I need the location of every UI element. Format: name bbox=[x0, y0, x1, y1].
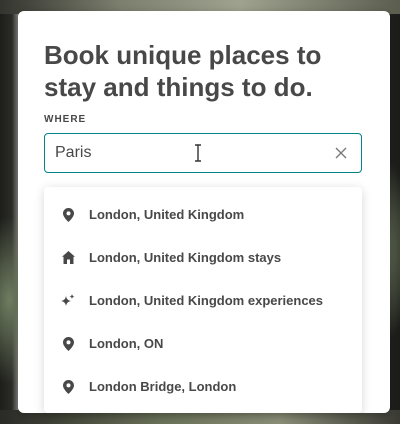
suggestion-item[interactable]: London, United Kingdom stays bbox=[44, 236, 362, 279]
suggestion-label: London Bridge, London bbox=[89, 379, 237, 394]
location-pin-icon bbox=[61, 379, 75, 394]
home-icon bbox=[61, 251, 75, 265]
suggestion-label: London, United Kingdom bbox=[89, 207, 245, 222]
text-cursor-icon bbox=[195, 144, 201, 162]
search-card: Book unique places to stay and things to… bbox=[18, 11, 390, 413]
suggestions-dropdown: London, United Kingdom London, United Ki… bbox=[44, 187, 362, 413]
location-pin-icon bbox=[61, 336, 75, 351]
suggestion-item[interactable]: London, United Kingdom experiences bbox=[44, 279, 362, 322]
location-pin-icon bbox=[61, 207, 75, 222]
suggestion-item[interactable]: London, United Kingdom bbox=[44, 193, 362, 236]
where-label: WHERE bbox=[44, 114, 87, 125]
where-search-field[interactable] bbox=[44, 133, 362, 173]
sparkle-icon bbox=[61, 293, 75, 308]
suggestion-item[interactable]: London Bridge, London bbox=[44, 365, 362, 408]
suggestion-label: London, ON bbox=[89, 336, 164, 351]
suggestion-label: London, United Kingdom experiences bbox=[89, 293, 324, 308]
suggestion-label: London, United Kingdom stays bbox=[89, 250, 282, 265]
where-search-input[interactable] bbox=[55, 134, 315, 172]
close-icon[interactable] bbox=[335, 147, 347, 159]
page-title: Book unique places to stay and things to… bbox=[44, 40, 322, 102]
suggestion-item[interactable]: London, ON bbox=[44, 322, 362, 365]
